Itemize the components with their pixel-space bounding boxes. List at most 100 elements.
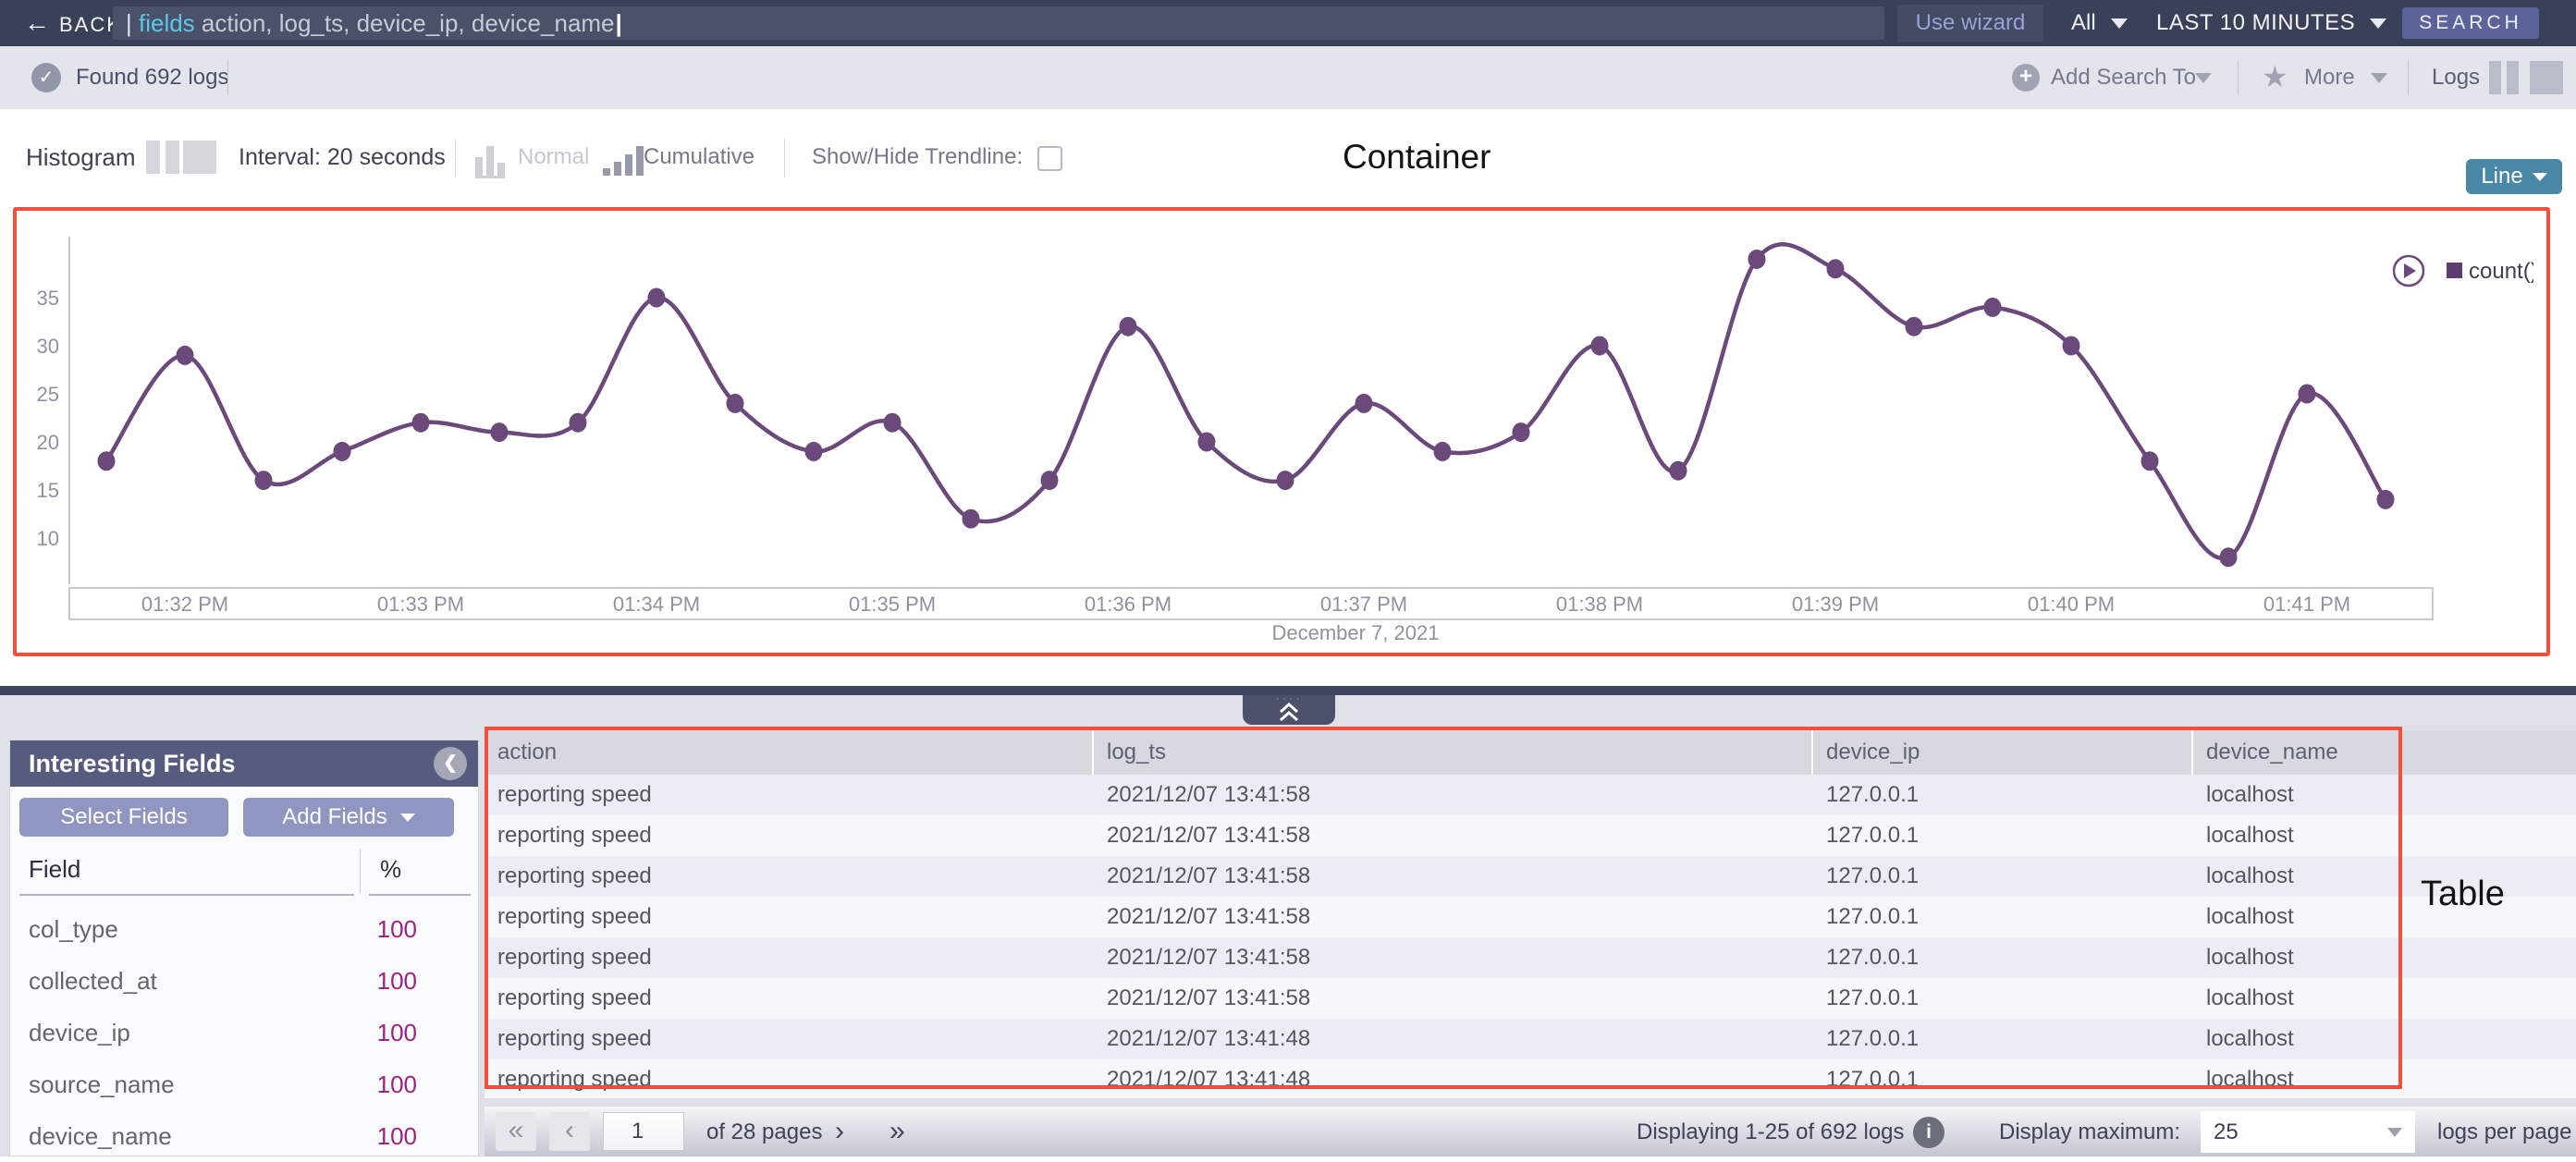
info-icon[interactable]: i <box>1913 1117 1944 1148</box>
full-layout-icon[interactable] <box>183 141 216 174</box>
data-point[interactable] <box>334 442 351 461</box>
table-annotation: Table <box>2421 875 2505 914</box>
top-bar: ←BACK | fields action, log_ts, device_ip… <box>0 0 2576 46</box>
field-row[interactable]: col_type100 <box>10 903 478 955</box>
data-point[interactable] <box>2377 490 2395 509</box>
field-percent: 100 <box>315 955 417 1007</box>
histogram-toolbar: Histogram Interval: 20 seconds Normal Cu… <box>0 109 2576 205</box>
field-row[interactable]: device_name100 <box>10 1110 478 1162</box>
column-header-device_name[interactable]: device_name <box>2193 730 2576 775</box>
use-wizard-link[interactable]: Use wizard <box>1897 5 2043 42</box>
normal-histogram-icon[interactable] <box>475 146 505 178</box>
table-row[interactable]: reporting speed2021/12/07 13:41:58127.0.… <box>485 775 2576 815</box>
first-page-button[interactable]: « <box>496 1112 536 1151</box>
data-point[interactable] <box>1355 394 1373 413</box>
data-point[interactable] <box>1748 250 1766 269</box>
add-search-to-dropdown[interactable]: Add Search To <box>2051 46 2196 109</box>
field-row[interactable]: source_name100 <box>10 1058 478 1110</box>
data-point[interactable] <box>1198 433 1216 452</box>
data-point[interactable] <box>491 422 509 442</box>
data-point[interactable] <box>2220 547 2238 567</box>
single-view-toggle-icon[interactable] <box>2530 61 2563 94</box>
more-dropdown[interactable]: More <box>2304 46 2355 109</box>
table-cell: 2021/12/07 13:41:58 <box>1094 775 1813 815</box>
table-cell: 2021/12/07 13:41:58 <box>1094 978 1813 1019</box>
panel-title: Interesting Fields <box>29 740 236 787</box>
normal-mode-button[interactable]: Normal <box>518 109 589 205</box>
table-row[interactable]: reporting speed2021/12/07 13:41:58127.0.… <box>485 856 2576 897</box>
data-point[interactable] <box>98 451 116 471</box>
collapse-table-handle[interactable]: ···· <box>1243 695 1335 725</box>
table-row[interactable]: reporting speed2021/12/07 13:41:48127.0.… <box>485 1019 2576 1059</box>
table-cell: localhost <box>2193 856 2576 897</box>
data-point[interactable] <box>963 509 980 529</box>
table-header-row: actionlog_tsdevice_ipdevice_name <box>485 730 2576 775</box>
chevron-down-icon[interactable] <box>2195 73 2212 83</box>
field-row[interactable]: device_ip100 <box>10 1007 478 1058</box>
trendline-checkbox[interactable] <box>1037 146 1062 171</box>
scope-dropdown[interactable]: All <box>2071 0 2128 46</box>
back-button[interactable]: ←BACK <box>24 0 122 46</box>
display-maximum-select[interactable]: 25 <box>2201 1111 2415 1153</box>
data-point[interactable] <box>412 413 430 433</box>
table-row[interactable]: reporting speed2021/12/07 13:41:58127.0.… <box>485 897 2576 937</box>
data-point[interactable] <box>727 394 744 413</box>
time-range-dropdown[interactable]: LAST 10 MINUTES <box>2156 0 2386 46</box>
split-view-toggle-icon[interactable] <box>2489 61 2519 94</box>
data-point[interactable] <box>884 413 902 433</box>
data-point[interactable] <box>570 413 587 433</box>
page-number-input[interactable] <box>603 1112 684 1151</box>
field-row[interactable]: collected_at100 <box>10 955 478 1007</box>
data-point[interactable] <box>2299 385 2316 404</box>
found-logs-status: Found 692 logs <box>76 46 228 109</box>
table-cell: localhost <box>2193 937 2576 978</box>
table-row[interactable]: reporting speed2021/12/07 13:41:58127.0.… <box>485 815 2576 856</box>
field-percent: 100 <box>315 1007 417 1058</box>
search-query-input[interactable]: | fields action, log_ts, device_ip, devi… <box>113 6 1884 40</box>
y-tick-label: 35 <box>37 287 59 310</box>
split-layout-icon[interactable] <box>146 141 179 174</box>
histogram-label: Histogram <box>26 109 135 205</box>
data-point[interactable] <box>1906 317 1923 336</box>
cumulative-histogram-icon[interactable] <box>603 146 644 176</box>
column-header-log_ts[interactable]: log_ts <box>1094 730 1813 775</box>
data-point[interactable] <box>1984 298 2002 317</box>
data-point[interactable] <box>2141 451 2159 471</box>
table-cell: reporting speed <box>485 978 1094 1019</box>
chart-type-dropdown[interactable]: Line <box>2466 159 2562 194</box>
column-header-action[interactable]: action <box>485 730 1094 775</box>
data-point[interactable] <box>1434 442 1452 461</box>
table-cell: 127.0.0.1 <box>1813 775 2193 815</box>
data-point[interactable] <box>177 346 194 365</box>
last-page-button[interactable]: » <box>889 1107 905 1157</box>
table-row[interactable]: reporting speed2021/12/07 13:41:58127.0.… <box>485 978 2576 1019</box>
data-point[interactable] <box>1827 259 1845 278</box>
table-row[interactable]: reporting speed2021/12/07 13:41:48127.0.… <box>485 1059 2576 1098</box>
log-table: actionlog_tsdevice_ipdevice_namereportin… <box>485 730 2576 1098</box>
search-button[interactable]: SEARCH <box>2402 7 2539 39</box>
fields-list: col_type100collected_at100device_ip100so… <box>10 903 478 1162</box>
line-chart: 353025201510 01:32 PM01:33 PM01:34 PM01:… <box>0 222 2533 647</box>
collapse-panel-button[interactable]: ❮ <box>434 747 467 780</box>
data-point[interactable] <box>1591 336 1609 356</box>
column-header-device_ip[interactable]: device_ip <box>1813 730 2193 775</box>
data-point[interactable] <box>1120 317 1137 336</box>
cumulative-mode-button[interactable]: Cumulative <box>644 109 754 205</box>
data-point[interactable] <box>1513 422 1530 442</box>
next-page-button[interactable]: › <box>835 1107 844 1157</box>
previous-page-button[interactable]: ‹ <box>549 1112 590 1151</box>
data-point[interactable] <box>2063 336 2080 356</box>
data-point[interactable] <box>1041 471 1059 490</box>
y-tick-label: 10 <box>37 527 59 550</box>
plus-circle-icon: + <box>2012 64 2040 92</box>
data-point[interactable] <box>255 471 273 490</box>
data-point[interactable] <box>1670 461 1687 481</box>
chart-legend: count() <box>2394 256 2533 286</box>
data-point[interactable] <box>805 442 823 461</box>
add-fields-dropdown[interactable]: Add Fields <box>243 798 454 837</box>
chevron-down-icon[interactable] <box>2371 73 2387 83</box>
select-fields-button[interactable]: Select Fields <box>19 798 228 837</box>
table-row[interactable]: reporting speed2021/12/07 13:41:58127.0.… <box>485 937 2576 978</box>
data-point[interactable] <box>648 288 666 308</box>
data-point[interactable] <box>1277 471 1294 490</box>
